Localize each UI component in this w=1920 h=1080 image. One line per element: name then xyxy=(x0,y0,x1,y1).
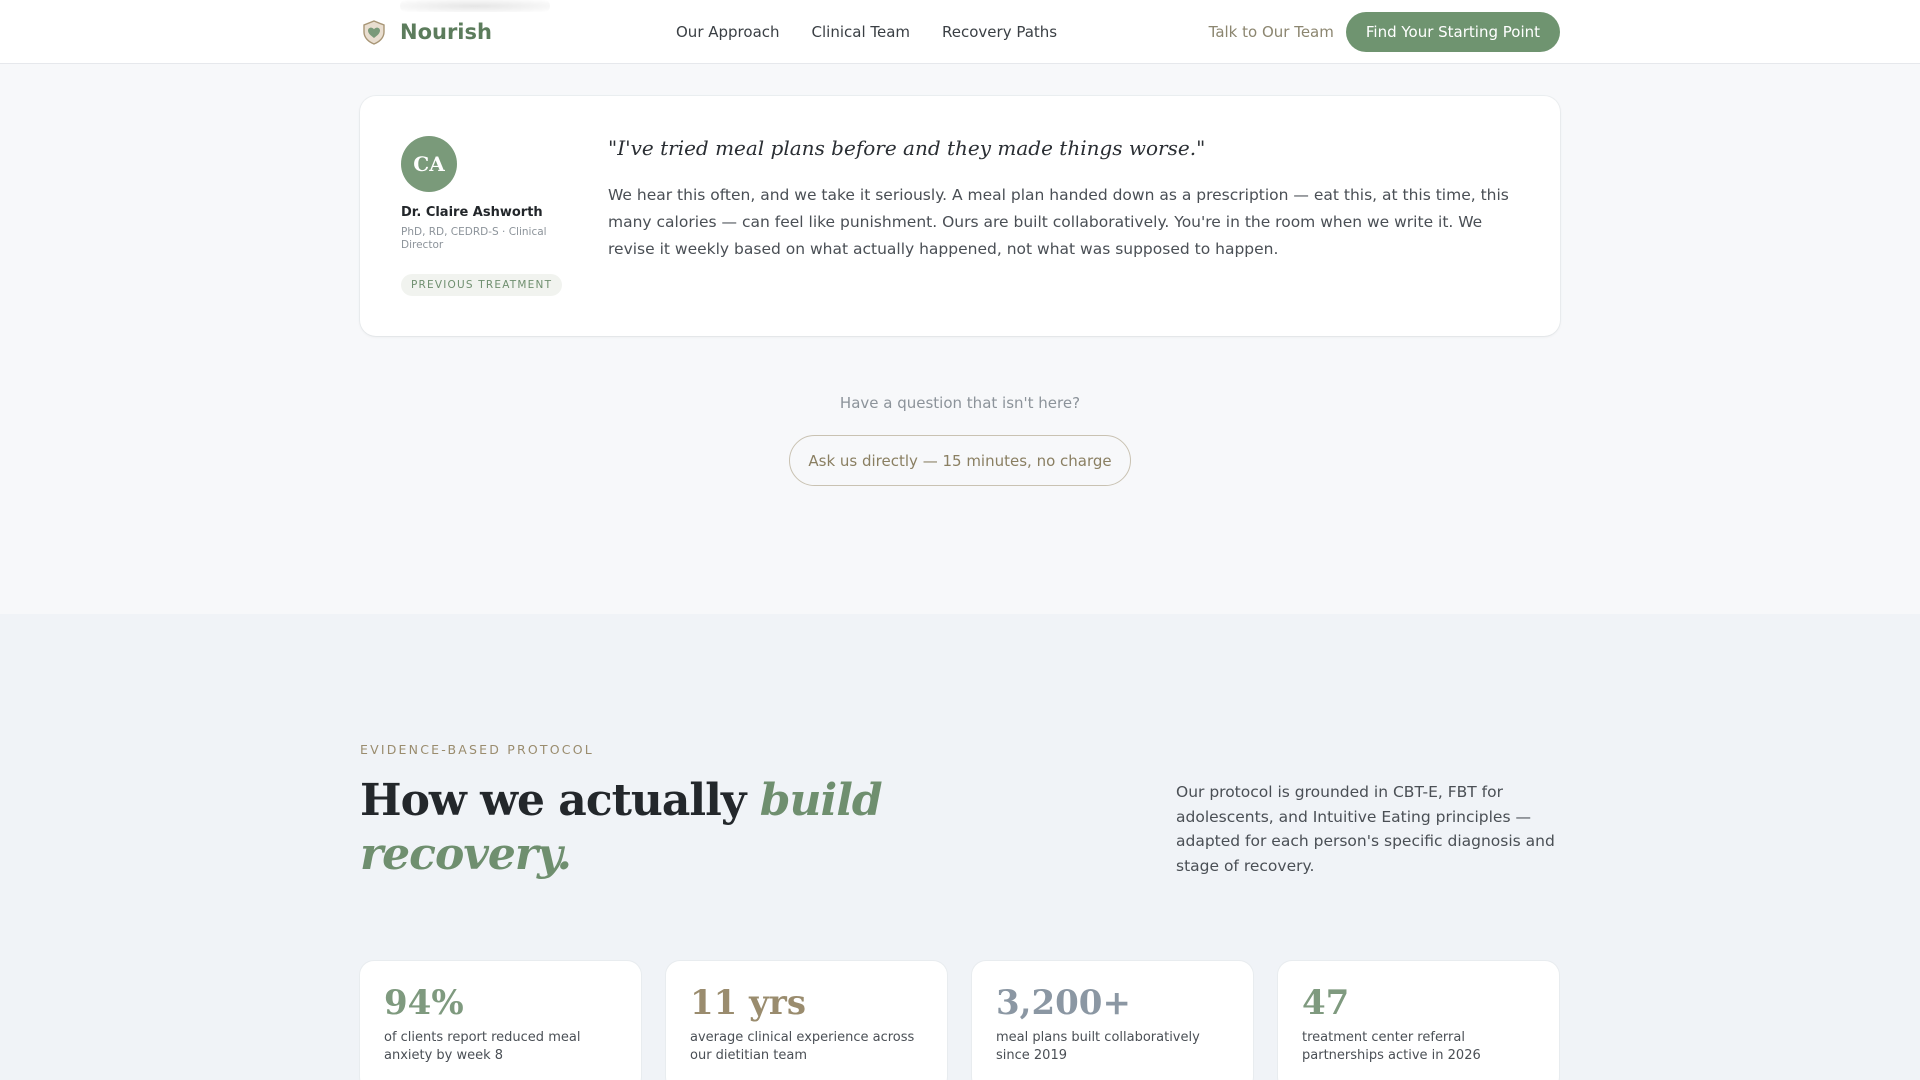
author-credentials: PhD, RD, CEDRD-S · Clinical Director xyxy=(401,226,547,251)
talk-to-team-link[interactable]: Talk to Our Team xyxy=(1209,23,1334,41)
brand-logo-link[interactable]: Nourish xyxy=(360,18,492,46)
nav-links: Our Approach Clinical Team Recovery Path… xyxy=(676,0,1057,64)
stat-card: 94% of clients report reduced meal anxie… xyxy=(360,961,641,1080)
faq-card: CA Dr. Claire Ashworth PhD, RD, CEDRD-S … xyxy=(360,96,1560,336)
ask-prompt: Have a question that isn't here? xyxy=(839,394,1081,412)
evidence-section: EVIDENCE-BASED PROTOCOL How we actually … xyxy=(0,614,1920,1080)
nav-link-our-approach[interactable]: Our Approach xyxy=(676,23,780,41)
section-headline: How we actually build recovery. xyxy=(360,774,920,882)
find-starting-point-button[interactable]: Find Your Starting Point xyxy=(1345,12,1560,52)
author-name: Dr. Claire Ashworth xyxy=(401,205,543,220)
stat-value: 94% xyxy=(384,983,464,1023)
stat-value: 47 xyxy=(1302,983,1350,1023)
faq-question: "I've tried meal plans before and they m… xyxy=(608,136,1206,160)
stat-card: 47 treatment center referral partnership… xyxy=(1278,961,1559,1080)
nav-link-recovery-paths[interactable]: Recovery Paths xyxy=(942,23,1057,41)
stats-row: 94% of clients report reduced meal anxie… xyxy=(360,961,1560,1080)
stat-value: 11 yrs xyxy=(690,983,806,1023)
stat-card: 3,200+ meal plans built collaboratively … xyxy=(972,961,1253,1080)
nav-link-clinical-team[interactable]: Clinical Team xyxy=(812,23,911,41)
stat-value: 3,200+ xyxy=(996,983,1131,1023)
topic-tag: PREVIOUS TREATMENT xyxy=(401,274,563,296)
brand-name: Nourish xyxy=(400,20,492,44)
section-lead: Our protocol is grounded in CBT-E, FBT f… xyxy=(1176,783,1555,875)
faq-body: "I've tried meal plans before and they m… xyxy=(608,136,1518,263)
stat-label: treatment center referral partnerships a… xyxy=(1302,1030,1481,1063)
shield-heart-icon xyxy=(360,18,388,46)
stat-label: meal plans built collaboratively since 2… xyxy=(996,1030,1200,1063)
nav-actions: Talk to Our Team Find Your Starting Poin… xyxy=(1209,0,1560,64)
avatar: CA xyxy=(401,136,457,192)
ask-directly-button[interactable]: Ask us directly — 15 minutes, no charge xyxy=(789,435,1131,486)
scroll-shadow xyxy=(400,0,550,12)
author-block: CA Dr. Claire Ashworth PhD, RD, CEDRD-S … xyxy=(401,136,571,296)
faq-answer: We hear this often, and we take it serio… xyxy=(608,186,1509,258)
stat-card: 11 yrs average clinical experience acros… xyxy=(666,961,947,1080)
section-eyebrow: EVIDENCE-BASED PROTOCOL xyxy=(360,742,594,757)
top-nav: Nourish Our Approach Clinical Team Recov… xyxy=(0,0,1920,64)
headline-plain: How we actually xyxy=(360,775,760,826)
stat-label: average clinical experience across our d… xyxy=(690,1030,915,1063)
stat-label: of clients report reduced meal anxiety b… xyxy=(384,1030,581,1063)
